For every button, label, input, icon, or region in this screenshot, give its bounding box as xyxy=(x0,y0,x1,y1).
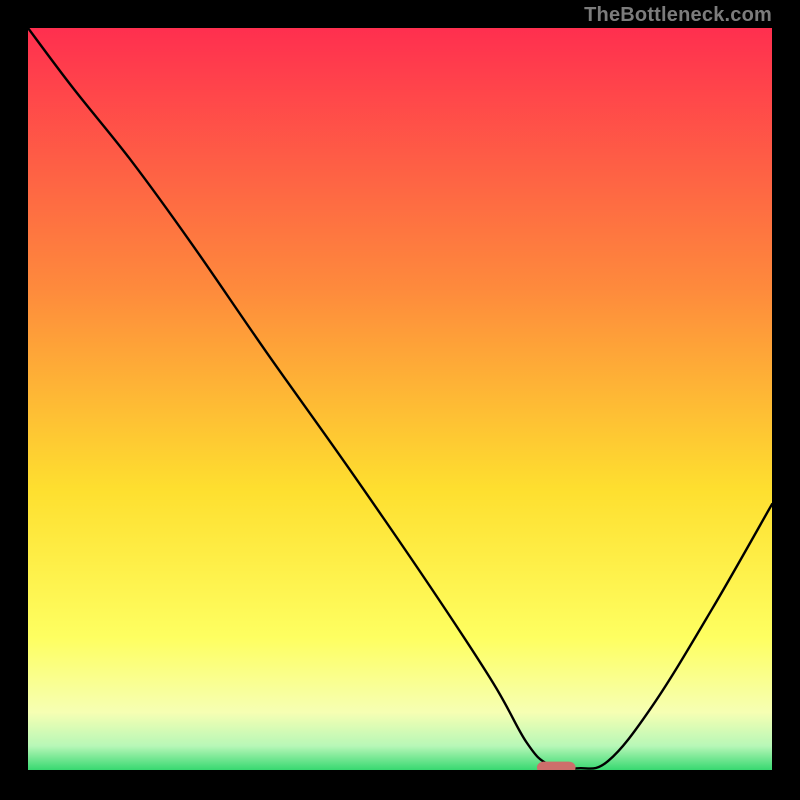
gradient-background xyxy=(28,28,772,772)
plot-svg xyxy=(28,28,772,772)
watermark-text: TheBottleneck.com xyxy=(584,4,772,27)
plot-area xyxy=(28,28,772,772)
chart-frame: TheBottleneck.com xyxy=(0,0,800,800)
